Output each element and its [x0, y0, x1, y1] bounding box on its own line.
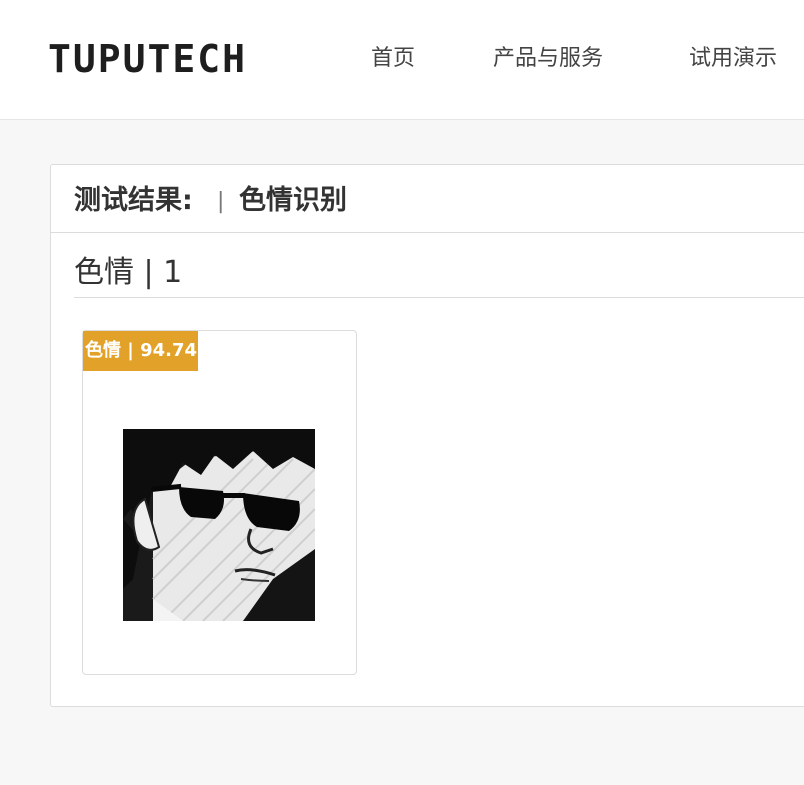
- result-label: 测试结果:: [74, 185, 193, 216]
- result-image-card[interactable]: 色情 | 94.74: [82, 330, 357, 675]
- task-name: 色情识别: [239, 185, 347, 216]
- nav-item-home[interactable]: 首页: [371, 44, 415, 74]
- result-card-header: 测试结果: | 色情识别: [51, 165, 804, 233]
- nav-item-demo[interactable]: 试用演示: [689, 44, 777, 74]
- score-badge: 色情 | 94.74: [83, 331, 198, 371]
- result-card: 测试结果: | 色情识别 色情 | 1 色情 | 94.74: [50, 164, 804, 707]
- title-separator: |: [217, 189, 225, 214]
- section-divider: [74, 297, 804, 298]
- category-title: 色情 | 1: [74, 255, 183, 290]
- anime-face-image: [123, 429, 315, 621]
- nav-item-products[interactable]: 产品与服务: [493, 44, 603, 74]
- top-navigation-bar: TUPUTECH 首页 产品与服务 试用演示: [0, 0, 804, 120]
- brand-logo[interactable]: TUPUTECH: [48, 36, 247, 82]
